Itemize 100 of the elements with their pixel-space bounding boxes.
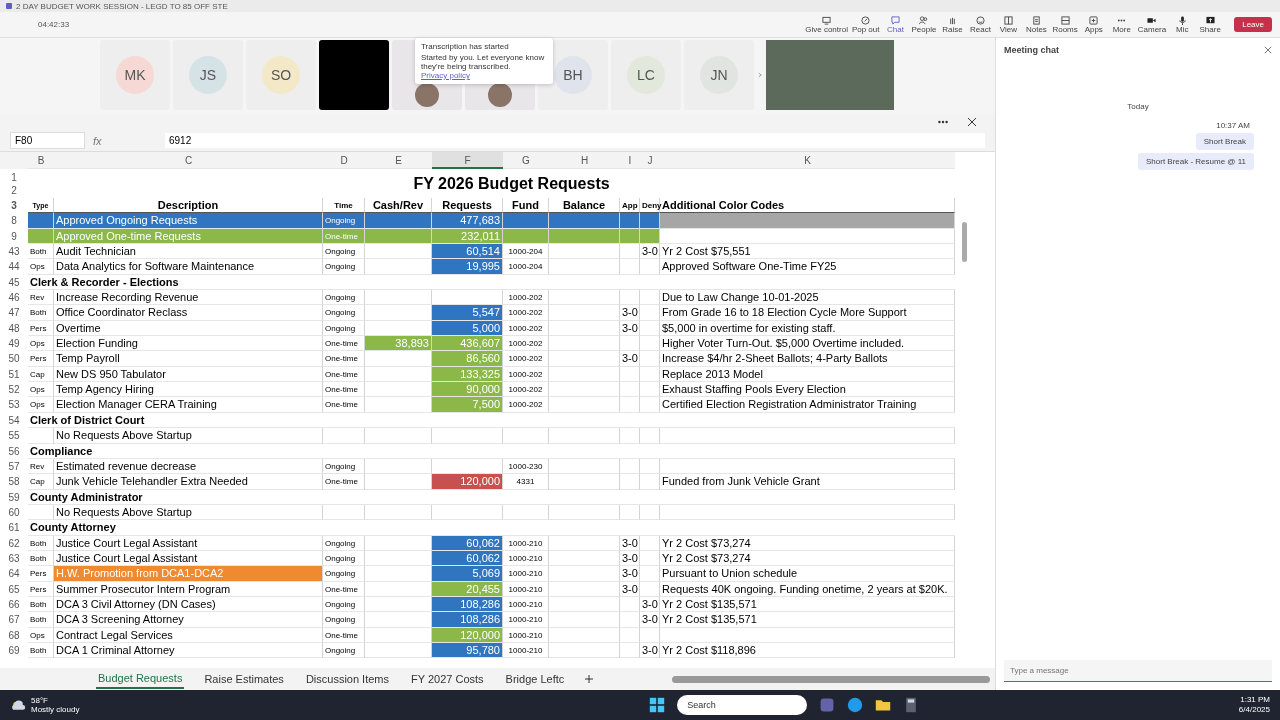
column-header[interactable]: H [549, 152, 620, 169]
toolbar-button[interactable]: Camera [1137, 15, 1167, 34]
column-header[interactable]: D [323, 152, 365, 169]
column-header[interactable]: C [54, 152, 323, 169]
table-cell: 120,000 [432, 474, 503, 490]
toolbar-button[interactable]: Pop out [851, 15, 880, 34]
monitor-icon [822, 15, 832, 25]
avatar: LC [627, 56, 665, 94]
row-number: 62 [7, 536, 21, 551]
row-number: 45 [7, 275, 21, 290]
sheet-tab[interactable]: FY 2027 Costs [409, 670, 486, 688]
row-number: 8 [10, 214, 18, 229]
table-cell: Cap [28, 366, 54, 383]
message-field[interactable]: Type a message [1004, 660, 1272, 682]
table-cell: One-time [323, 474, 365, 490]
table-cell: One-time [323, 351, 365, 367]
privacy-link[interactable]: Privacy policy [421, 71, 470, 80]
table-cell: 3-0 [640, 642, 660, 659]
table-cell: 1000-202 [503, 290, 549, 306]
table-cell: Justice Court Legal Assistant [54, 535, 323, 551]
app-icon [819, 697, 836, 713]
table-cell: 1000-202 [503, 305, 549, 321]
scrollbar-thumb[interactable] [672, 675, 991, 683]
table-cell: 1000-210 [503, 550, 549, 567]
function-icon[interactable]: fx [93, 134, 157, 147]
empty-cell [620, 596, 640, 613]
table-cell: One-time [323, 627, 365, 643]
toolbar-button[interactable]: Rooms [1052, 15, 1078, 34]
table-cell: 3-0 [640, 596, 660, 613]
table-cell: Yr 2 Cost $135,571 [660, 612, 955, 628]
temperature: 58°F [31, 696, 49, 705]
table-cell: 1000-202 [503, 336, 549, 352]
column-header[interactable]: B [28, 152, 54, 169]
toolbar-button[interactable]: People [911, 15, 937, 34]
sheet-tab[interactable]: Bridge Leftc [503, 670, 567, 688]
chat-message: Short Break - Resume @ 11 [1138, 153, 1254, 170]
chat-icon [891, 15, 900, 25]
table-cell: One-time [323, 366, 365, 383]
table-cell: Office Coordinator Reclass [54, 305, 323, 321]
table-cell: 3-0 [620, 566, 640, 582]
toolbar-button[interactable]: Mic [1170, 15, 1195, 34]
table-cell: Both [28, 642, 54, 659]
sheet-title: FY 2026 Budget Requests [412, 174, 611, 194]
toolbar-button[interactable]: Chat [883, 15, 908, 34]
toolbar-button[interactable]: Share [1198, 15, 1223, 34]
empty-cell [640, 535, 660, 551]
empty-cell [549, 336, 620, 352]
row-number: 43 [7, 245, 21, 260]
panel-title: Meeting chat [1004, 45, 1059, 55]
toolbar-button[interactable]: Raise [940, 15, 965, 34]
table-cell: 1000-210 [503, 612, 549, 628]
table-cell: Ongoing [323, 458, 365, 475]
mic-icon [1177, 15, 1187, 25]
table-cell: 1000-210 [503, 627, 549, 643]
empty-cell [549, 458, 620, 475]
table-cell: 3-0 [620, 305, 640, 321]
name-box[interactable]: F80 [10, 132, 85, 149]
close-icon [1264, 46, 1272, 54]
row-number: 58 [7, 475, 21, 490]
row-number: 55 [7, 429, 21, 444]
column-header[interactable]: K [660, 152, 955, 169]
leave-button[interactable]: Leave [1234, 17, 1272, 32]
toolbar-button[interactable]: Give control [805, 15, 848, 34]
toolbar-button[interactable]: Apps [1081, 15, 1106, 34]
formula-field[interactable]: 6912 [165, 133, 985, 148]
table-cell: Ongoing [323, 259, 365, 275]
section-title: Clerk of District Court [28, 412, 955, 429]
table-cell: Rev [28, 290, 54, 306]
table-cell: 1000-210 [503, 581, 549, 597]
column-header[interactable]: F [432, 152, 503, 169]
row-number: 50 [7, 352, 21, 367]
avatar: MK [116, 56, 154, 94]
table-cell: Increase Recording Revenue [54, 290, 323, 306]
table-cell: 1000-202 [503, 320, 549, 337]
table-cell: Pursuant to Union schedule [660, 566, 955, 582]
column-header[interactable]: G [503, 152, 549, 169]
toolbar-button[interactable]: View [996, 15, 1021, 34]
scrollbar-thumb[interactable] [961, 222, 967, 262]
section-title: Clerk & Recorder - Elections [28, 274, 955, 291]
search-field[interactable]: Search [677, 695, 808, 715]
sheet-tab[interactable]: Discussion Items [303, 670, 391, 688]
empty-cell [549, 428, 620, 444]
table-cell: 3-0 [620, 550, 640, 567]
table-cell: Cap [28, 474, 54, 490]
sheet-tab[interactable]: Raise Estimates [202, 670, 286, 688]
column-header[interactable]: J [640, 152, 660, 169]
toolbar-button[interactable]: Notes [1024, 15, 1049, 34]
table-cell: 1000-204 [503, 259, 549, 275]
row-number: 64 [7, 567, 21, 582]
toolbar-button[interactable]: More [1109, 15, 1134, 34]
empty-cell [620, 627, 640, 643]
empty-cell [365, 458, 432, 475]
empty-cell [549, 320, 620, 337]
table-cell: One-time [323, 382, 365, 398]
empty-cell [549, 550, 620, 567]
table-cell: Ongoing [323, 596, 365, 613]
row-number: 3 [10, 199, 18, 213]
column-header[interactable]: I [620, 152, 640, 169]
toolbar-button[interactable]: React [968, 15, 993, 34]
row-number: 66 [7, 597, 21, 612]
